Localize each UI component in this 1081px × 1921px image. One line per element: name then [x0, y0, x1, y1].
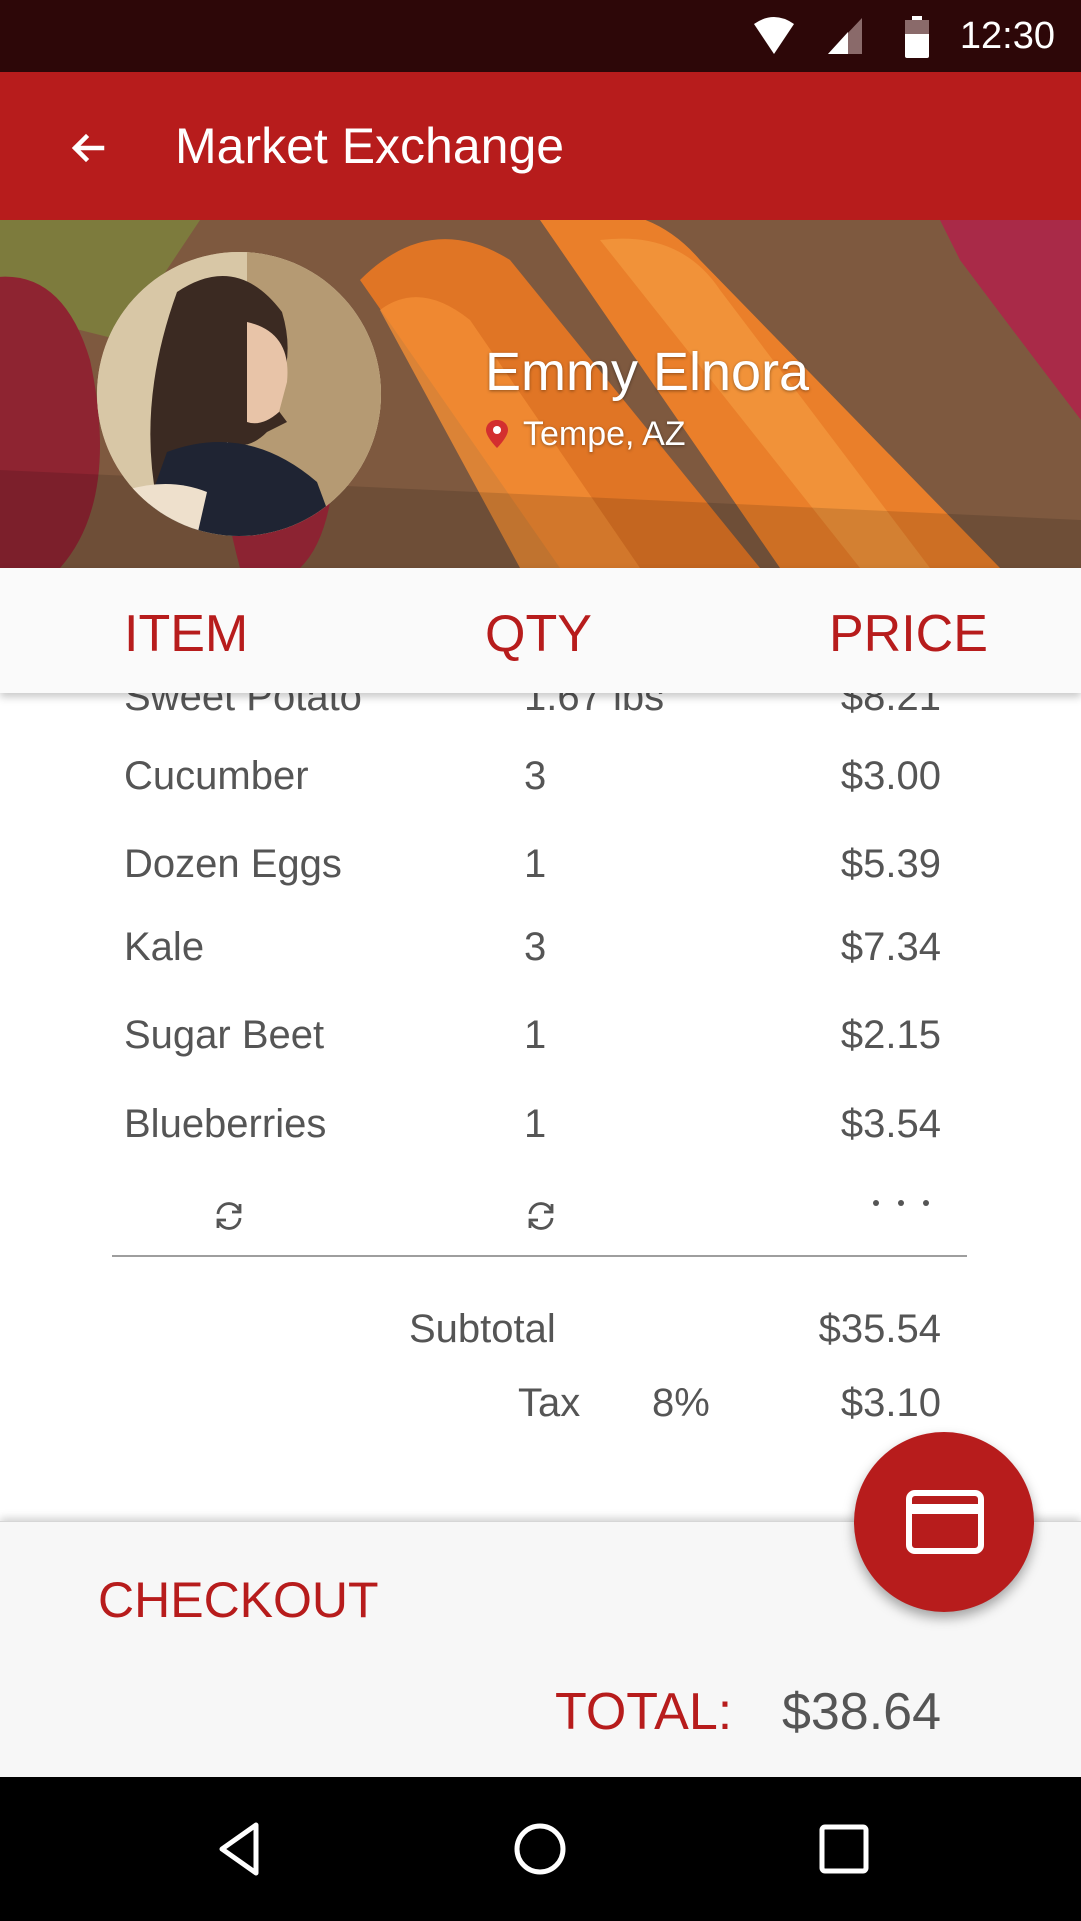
row-price: $3.00: [840, 754, 941, 798]
status-time: 12:30: [959, 15, 1055, 57]
row-qty: 1.67 lbs: [524, 693, 665, 719]
battery-icon: [905, 16, 929, 58]
row-item: Sweet Potato: [124, 693, 362, 719]
total-label: TOTAL:: [555, 1683, 733, 1741]
row-price: $2.15: [840, 1013, 941, 1057]
more-options-icon[interactable]: [866, 1188, 936, 1218]
table-row[interactable]: Dozen Eggs 1 $5.39: [0, 834, 1081, 894]
total-value: $38.64: [781, 1683, 941, 1741]
row-qty: 1: [524, 1013, 547, 1057]
subtotal-value: $35.54: [818, 1307, 941, 1351]
nav-home-icon[interactable]: [508, 1817, 572, 1881]
header-qty: QTY: [485, 605, 592, 663]
row-item: Cucumber: [124, 754, 309, 798]
table-row[interactable]: Kale 3 $7.34: [0, 917, 1081, 977]
cell-signal-icon: [828, 18, 862, 54]
row-price: $5.39: [840, 842, 941, 886]
table-row[interactable]: Blueberries 1 $3.54: [0, 1094, 1081, 1154]
system-nav-bar: [0, 1777, 1081, 1921]
table-header: ITEM QTY PRICE: [0, 568, 1081, 693]
header-item: ITEM: [124, 605, 249, 663]
refresh-icon[interactable]: [524, 1199, 558, 1233]
checkout-button[interactable]: CHECKOUT: [98, 1570, 379, 1630]
avatar-photo: [97, 252, 381, 536]
row-price: $7.34: [840, 925, 941, 969]
table-row[interactable]: Sugar Beet 1 $2.15: [0, 1005, 1081, 1065]
pay-fab-button[interactable]: [854, 1432, 1034, 1612]
nav-back-icon[interactable]: [208, 1817, 272, 1881]
row-price: $8.21: [840, 693, 941, 719]
header-price: PRICE: [829, 605, 988, 663]
tax-label: Tax: [518, 1381, 581, 1425]
credit-card-icon: [906, 1490, 984, 1554]
map-pin-icon: [486, 420, 508, 448]
status-bar: 12:30: [0, 0, 1081, 72]
row-qty: 3: [524, 925, 547, 969]
tax-value: $3.10: [840, 1381, 941, 1425]
row-item: Kale: [124, 925, 205, 969]
refresh-icon[interactable]: [212, 1199, 246, 1233]
nav-recents-icon[interactable]: [812, 1817, 876, 1881]
tax-rate: 8%: [652, 1381, 710, 1425]
row-item: Dozen Eggs: [124, 842, 342, 886]
row-price: $3.54: [840, 1102, 941, 1146]
summary-divider: [112, 1255, 967, 1257]
avatar[interactable]: [97, 252, 381, 536]
location-text: Tempe, AZ: [523, 415, 686, 453]
subtotal-label: Subtotal: [409, 1307, 556, 1351]
row-qty: 3: [524, 754, 547, 798]
table-row[interactable]: Sweet Potato 1.67 lbs $8.21: [0, 693, 1081, 727]
row-item: Blueberries: [124, 1102, 327, 1146]
table-row[interactable]: Cucumber 3 $3.00: [0, 746, 1081, 806]
row-qty: 1: [524, 1102, 547, 1146]
profile-name: Emmy Elnora: [485, 342, 810, 402]
app-bar: Market Exchange: [0, 72, 1081, 220]
page-title: Market Exchange: [175, 118, 565, 174]
row-item: Sugar Beet: [124, 1013, 325, 1057]
profile-location: Tempe, AZ: [485, 414, 686, 454]
wifi-icon: [754, 17, 794, 54]
arrow-left-icon[interactable]: [64, 124, 112, 172]
row-qty: 1: [524, 842, 547, 886]
